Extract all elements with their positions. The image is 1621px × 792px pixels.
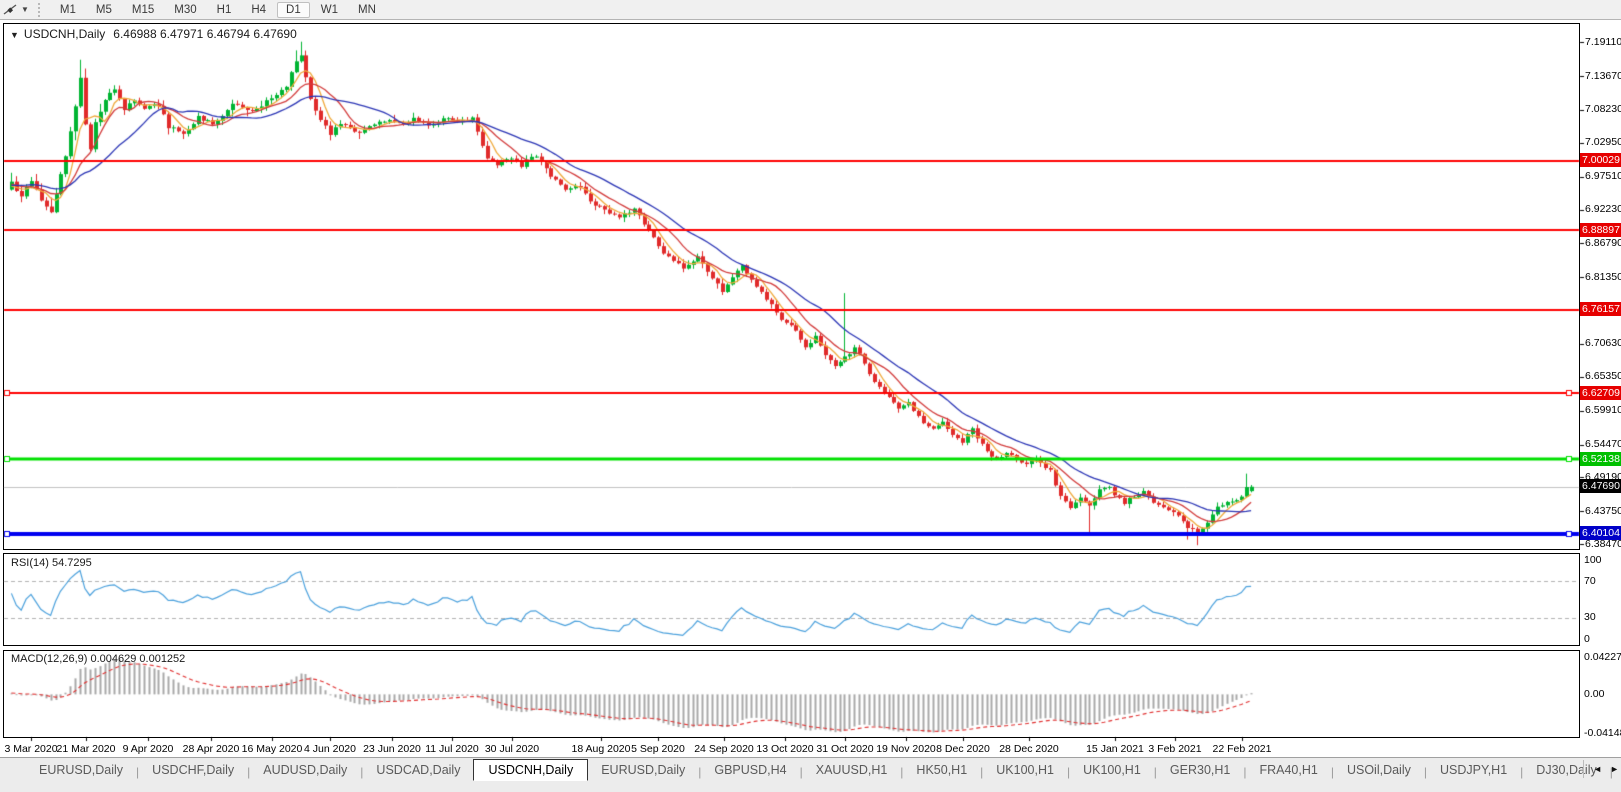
- symbol-tab-usoil-daily[interactable]: USOil,Daily: [1334, 760, 1424, 780]
- symbol-tab-uk100-h1[interactable]: UK100,H1: [1070, 760, 1154, 780]
- symbol-tab-bar: EURUSD,Daily | USDCHF,Daily | AUDUSD,Daily | U…: [0, 757, 1621, 792]
- symbol-tab-hk50-h1[interactable]: HK50,H1: [903, 760, 980, 780]
- symbol-tab-ger30-h1[interactable]: GER30,H1: [1157, 760, 1243, 780]
- symbol-tab-usdchf-daily[interactable]: USDCHF,Daily: [139, 760, 247, 780]
- symbol-tab-eurusd-daily[interactable]: EURUSD,Daily: [26, 760, 136, 780]
- chart-canvas[interactable]: [0, 0, 1621, 791]
- symbol-tab-xauusd-h1[interactable]: XAUUSD,H1: [803, 760, 901, 780]
- symbol-tab-usdjpy-h1[interactable]: USDJPY,H1: [1427, 760, 1520, 780]
- symbol-tab-fra40-h1[interactable]: FRA40,H1: [1246, 760, 1330, 780]
- tab-scroll-right-icon[interactable]: ►: [1610, 764, 1619, 774]
- symbol-tab-gbpusd-h4[interactable]: GBPUSD,H4: [701, 760, 799, 780]
- symbol-tab-eurusd-daily[interactable]: EURUSD,Daily: [588, 760, 698, 780]
- symbol-tab-usdcad-daily[interactable]: USDCAD,Daily: [363, 760, 473, 780]
- symbol-tab-uk100-h1[interactable]: UK100,H1: [983, 760, 1067, 780]
- tab-scroll-left-icon[interactable]: ◄: [1593, 764, 1602, 774]
- symbol-tab-usdcnh-daily[interactable]: USDCNH,Daily: [473, 759, 589, 781]
- symbol-tab-audusd-daily[interactable]: AUDUSD,Daily: [250, 760, 360, 780]
